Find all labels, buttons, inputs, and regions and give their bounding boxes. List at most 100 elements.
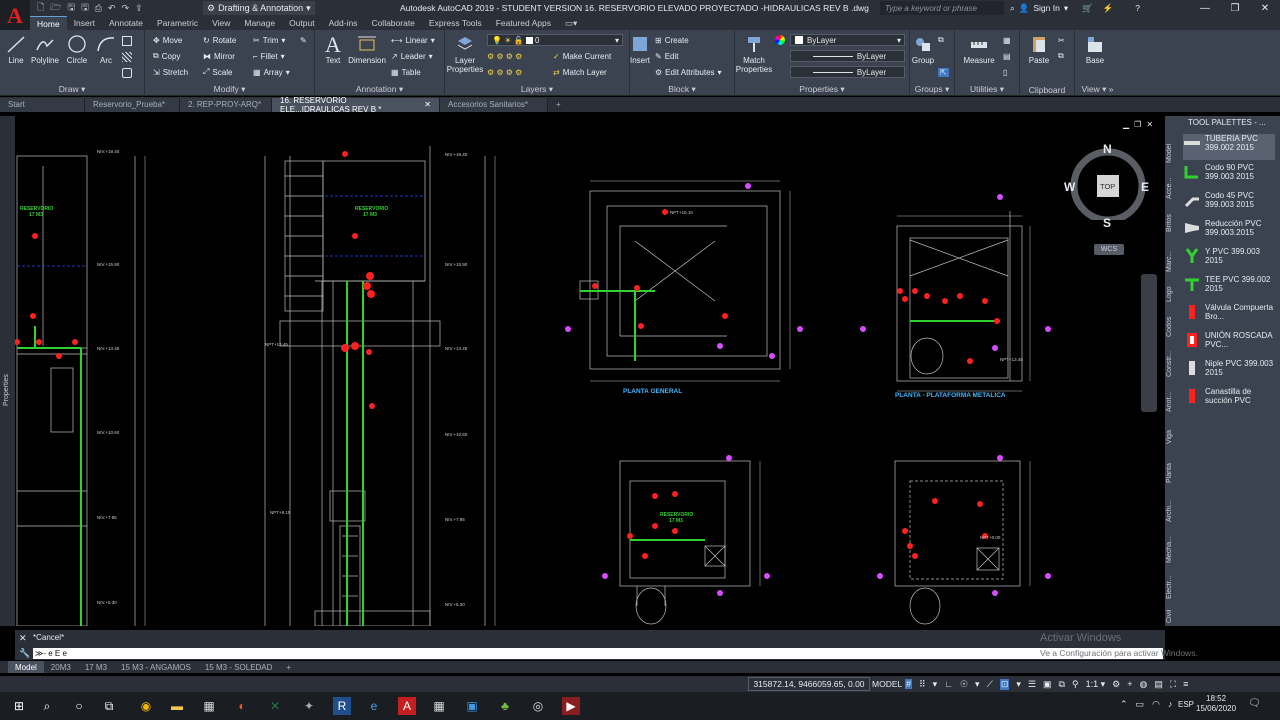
viewport-restore-icon[interactable]: ❐ (1134, 120, 1141, 129)
match-properties-button[interactable]: Match Properties (735, 34, 773, 74)
palette-tab[interactable]: Britos (1166, 208, 1181, 238)
saveas-icon[interactable]: 🖫 (81, 0, 89, 16)
tool-palette-title[interactable]: TOOL PALETTES - ... (1180, 116, 1280, 128)
tab-parametric[interactable]: Parametric (150, 16, 205, 30)
edit-attributes-button[interactable]: ⚙ Edit Attributes ▾ (655, 65, 722, 79)
palette-tab[interactable]: Constr... (1166, 346, 1181, 382)
base-button[interactable]: Base (1083, 34, 1107, 65)
palette-tab[interactable]: Marc... (1166, 246, 1181, 276)
gear-icon[interactable]: ⚙ (1112, 679, 1120, 690)
app-icon[interactable]: ♣ (496, 697, 514, 715)
hatch-icon[interactable] (122, 50, 132, 64)
hardware-icon[interactable]: ▤ (1154, 679, 1163, 690)
app-icon[interactable]: ✦ (300, 697, 318, 715)
text-button[interactable]: A Text (321, 33, 345, 65)
utilities-panel-title[interactable]: Utilities ▾ (955, 84, 1019, 95)
model-space-toggle[interactable]: MODEL (872, 677, 902, 691)
palette-tab[interactable]: Logo (1166, 280, 1181, 308)
ribbon-options-icon[interactable]: ▭▾ (558, 16, 584, 30)
workspace-switcher[interactable]: ⚙ Drafting & Annotation ▾ (203, 1, 315, 15)
tab-home[interactable]: Home (30, 16, 67, 30)
polar-icon[interactable]: ☉ (960, 679, 968, 690)
stretch-button[interactable]: ⇲ Stretch (153, 65, 188, 79)
file-explorer-icon[interactable]: ▬ (168, 697, 186, 715)
selection-cycling-icon[interactable]: ⧉ (1059, 679, 1065, 690)
layer-properties-button[interactable]: Layer Properties (447, 34, 483, 74)
tab-view[interactable]: View (205, 16, 237, 30)
palette-item[interactable]: Canastilla de succión PVC (1183, 387, 1275, 413)
app-icon[interactable]: ▣ (463, 697, 481, 715)
windows-start-icon[interactable]: ⊞ (10, 697, 28, 715)
battery-icon[interactable]: ▭ (1136, 699, 1145, 710)
close-icon[interactable]: ✕ (19, 633, 27, 644)
drawing-canvas[interactable]: NIV.+19.40 NIV.+15.90 NIV.+13.45 NIV.+10.6… (14, 116, 1165, 627)
annotation-visibility-icon[interactable]: ⚲ (1072, 679, 1079, 690)
copy-button[interactable]: ⧉ Copy (153, 49, 180, 63)
layout-tab-model[interactable]: Model (8, 661, 44, 673)
calculator-icon[interactable]: ▤ (1003, 49, 1011, 63)
fillet-button[interactable]: ⌐ Fillet ▾ (253, 49, 285, 63)
properties-panel-title[interactable]: Properties ▾ (735, 84, 909, 95)
grid-icon[interactable]: # (905, 679, 913, 689)
save-icon[interactable]: 🖫 (67, 0, 75, 16)
layer-dropdown[interactable]: 💡 ☀ 🔓 0 ▾ (487, 34, 623, 46)
cut-icon[interactable]: ✂ (1058, 33, 1065, 47)
notifications-icon[interactable]: 🗨 (1248, 698, 1261, 709)
file-tab-accesorios[interactable]: Accesorios Sanitarios* (440, 97, 548, 112)
palette-tab[interactable]: Acce... (1166, 170, 1181, 206)
exchange-icon[interactable]: ⚡ (1103, 3, 1114, 14)
isolate-icon[interactable]: ◍ (1139, 679, 1147, 690)
palette-tab[interactable]: Viga (1166, 424, 1181, 450)
palette-item[interactable]: Válvula Compuerta Bro... (1183, 303, 1275, 329)
clipboard-panel-title[interactable]: Clipboard (1020, 85, 1074, 95)
task-view-icon[interactable]: ○ (70, 697, 88, 715)
erase-icon[interactable]: ✎ (300, 33, 307, 47)
layer-tool-icons-row1[interactable]: ⚙ ⚙ ⚙ ⚙ (487, 49, 522, 63)
linear-button[interactable]: ⟷ Linear ▾ (391, 33, 435, 47)
revit-icon[interactable]: R (333, 697, 351, 715)
rectangle-icon[interactable] (122, 34, 132, 48)
wrench-icon[interactable]: 🔧 (19, 648, 30, 659)
arc-button[interactable]: Arc (95, 34, 117, 65)
scale-button[interactable]: ⤢ Scale (203, 65, 232, 79)
maximize-button[interactable]: ❐ (1220, 0, 1250, 16)
autocad-logo[interactable]: A (0, 0, 30, 32)
command-input[interactable]: ≫- e E e (33, 648, 1163, 659)
match-layer-button[interactable]: ⇄ Match Layer (553, 65, 607, 79)
chrome-icon[interactable]: ◉ (137, 697, 155, 715)
palette-item[interactable]: Niple PVC 399.003 2015 (1183, 359, 1275, 385)
coordinates-readout[interactable]: 315872.14, 9466059.65, 0.00 (748, 677, 870, 691)
compass-north[interactable]: N (1103, 142, 1112, 156)
file-tab-rep-proy-arq[interactable]: 2. REP-PROY-ARQ* (180, 97, 272, 112)
search-icon[interactable]: ⌕ (38, 697, 56, 715)
palette-item[interactable]: UNIÓN ROSCADA PVC... (1183, 331, 1275, 357)
groups-panel-title[interactable]: Groups ▾ (910, 84, 954, 95)
ungroup-icon[interactable]: ⧉ (938, 33, 944, 47)
rotate-button[interactable]: ↻ Rotate (203, 33, 236, 47)
lineweight-icon[interactable]: ☰ (1028, 679, 1036, 690)
chevron-down-icon[interactable]: ▾ (975, 679, 980, 690)
layer-tool-icons-row2[interactable]: ⚙ ⚙ ⚙ ⚙ (487, 65, 522, 79)
tab-featured-apps[interactable]: Featured Apps (489, 16, 558, 30)
file-tab-reservorio-hidraulicas[interactable]: 16. RESERVORIO ELE...IDRAULICAS REV B * ✕ (272, 96, 440, 114)
powerpoint-icon[interactable]: ◐ (233, 697, 251, 715)
palette-tab[interactable]: Model (1166, 138, 1181, 168)
chevron-down-icon[interactable]: ▾ (1064, 3, 1068, 14)
close-button[interactable]: ✕ (1250, 0, 1280, 16)
clean-screen-icon[interactable]: ⛶ (1170, 679, 1176, 690)
compass-east[interactable]: E (1141, 180, 1149, 194)
palette-tab[interactable]: Anot... (1166, 386, 1181, 418)
tab-collaborate[interactable]: Collaborate (364, 16, 421, 30)
plus-icon[interactable]: + (1127, 679, 1132, 689)
tab-manage[interactable]: Manage (237, 16, 282, 30)
move-button[interactable]: ✥ Move (153, 33, 182, 47)
array-button[interactable]: ▦ Array ▾ (253, 65, 290, 79)
snap-icon[interactable]: ⠿ (919, 679, 926, 690)
transparency-icon[interactable]: ▣ (1043, 679, 1052, 690)
tab-add-ins[interactable]: Add-ins (322, 16, 365, 30)
palette-item[interactable]: TUBERIA PVC 399.002 2015 (1183, 134, 1275, 160)
palette-item[interactable]: Codo 90 PVC 399.003 2015 (1183, 163, 1275, 189)
make-current-button[interactable]: ✓ Make Current (553, 49, 611, 63)
palette-tab[interactable]: Electr... (1166, 572, 1181, 602)
region-icon[interactable] (122, 66, 132, 80)
